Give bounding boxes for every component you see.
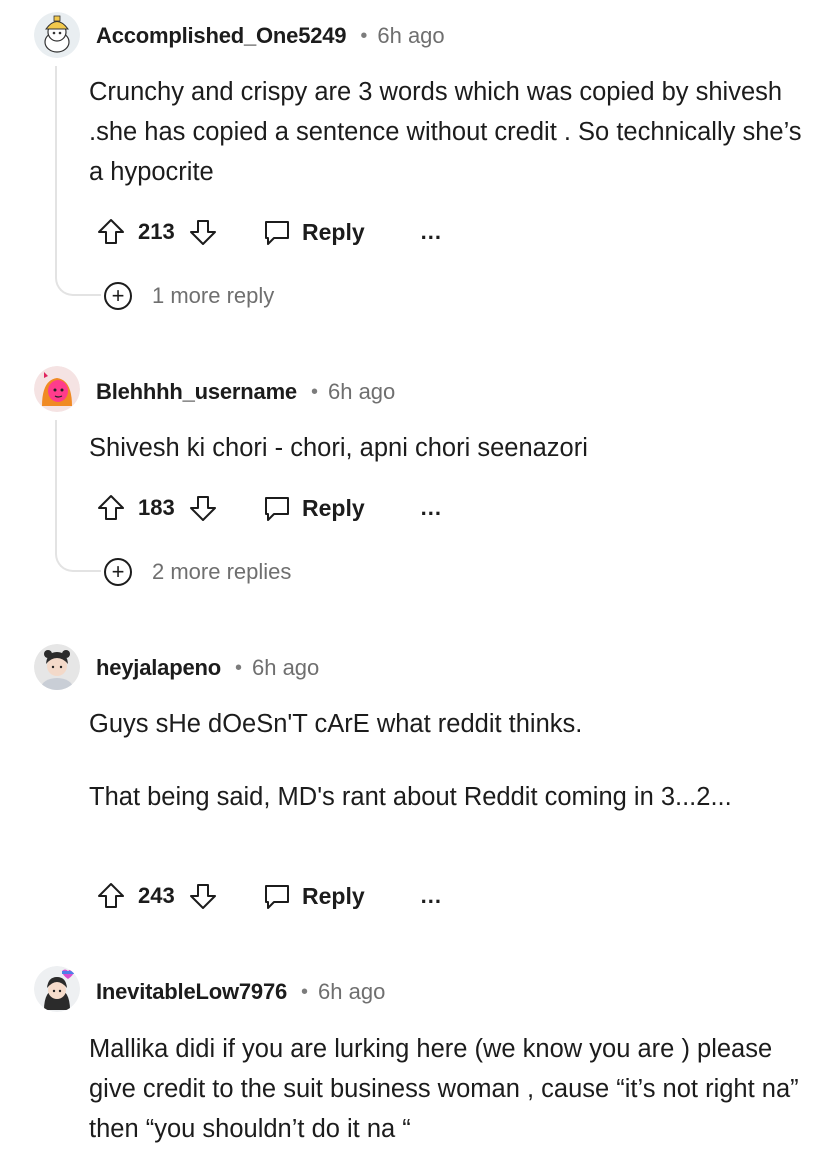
separator-dot: • [234,656,242,679]
more-replies-label: 1 more reply [152,283,275,308]
comment-paragraph: Mallika didi if you are lurking here (we… [89,1035,799,1143]
comment-header: heyjalapeno • 6h ago [96,653,319,683]
comment-actions: 243 Reply ... [96,878,442,914]
plus-circle-icon: + [104,282,132,310]
comment-actions: 183 Reply ... [96,490,442,526]
separator-dot: • [301,980,309,1003]
comment-body: Mallika didi if you are lurking here (we… [89,1029,809,1149]
arrow-up-outline-icon[interactable] [96,881,126,911]
comment-header: InevitableLow7976 • 6h ago [96,977,385,1007]
comment-body: Shivesh ki chori - chori, apni chori see… [89,428,809,468]
reply-label: Reply [302,882,365,909]
arrow-down-outline-icon[interactable] [188,493,218,523]
timestamp: 6h ago [251,655,320,680]
arrow-down-outline-icon[interactable] [188,881,218,911]
reply-button[interactable]: Reply [262,217,365,247]
reply-label: Reply [302,218,365,245]
vote-score: 183 [138,495,175,520]
username[interactable]: InevitableLow7976 [96,979,287,1005]
comment-actions: 213 Reply ... [96,214,442,250]
comment-header: Blehhhh_username • 6h ago [96,377,395,407]
reply-button[interactable]: Reply [262,493,365,523]
thread-line [55,66,101,296]
ellipsis-icon[interactable]: ... [421,883,442,909]
comment-body: Guys sHe dOeSn'T cArE what reddit thinks… [89,704,809,817]
comment-paragraph: Guys sHe dOeSn'T cArE what reddit thinks… [89,710,583,738]
comment-paragraph: Crunchy and crispy are 3 words which was… [89,78,802,186]
vote-score: 213 [138,219,175,244]
arrow-down-outline-icon[interactable] [188,217,218,247]
thread-line [55,420,101,572]
more-replies-link[interactable]: + 2 more replies [104,558,291,586]
timestamp: 6h ago [318,979,386,1004]
avatar[interactable] [34,644,80,690]
separator-dot: • [310,380,318,403]
avatar[interactable] [34,966,80,1012]
avatar[interactable] [34,12,80,58]
vote-score: 243 [138,883,175,908]
more-replies-label: 2 more replies [152,559,292,584]
username[interactable]: heyjalapeno [96,655,221,681]
reply-label: Reply [302,494,365,521]
separator-dot: • [360,24,368,47]
timestamp: 6h ago [327,379,396,404]
comment-header: Accomplished_One5249 • 6h ago [96,21,445,51]
comment-paragraph: Shivesh ki chori - chori, apni chori see… [89,434,588,462]
comment-paragraph: That being said, MD's rant about Reddit … [89,783,732,811]
comment-body: Crunchy and crispy are 3 words which was… [89,72,809,192]
chat-bubble-icon [262,881,292,911]
plus-circle-icon: + [104,558,132,586]
avatar[interactable] [34,366,80,412]
reply-button[interactable]: Reply [262,881,365,911]
chat-bubble-icon [262,217,292,247]
username[interactable]: Blehhhh_username [96,379,297,405]
ellipsis-icon[interactable]: ... [421,495,442,521]
username[interactable]: Accomplished_One5249 [96,23,347,49]
more-replies-link[interactable]: + 1 more reply [104,282,274,310]
timestamp: 6h ago [377,23,445,48]
chat-bubble-icon [262,493,292,523]
ellipsis-icon[interactable]: ... [421,219,442,245]
